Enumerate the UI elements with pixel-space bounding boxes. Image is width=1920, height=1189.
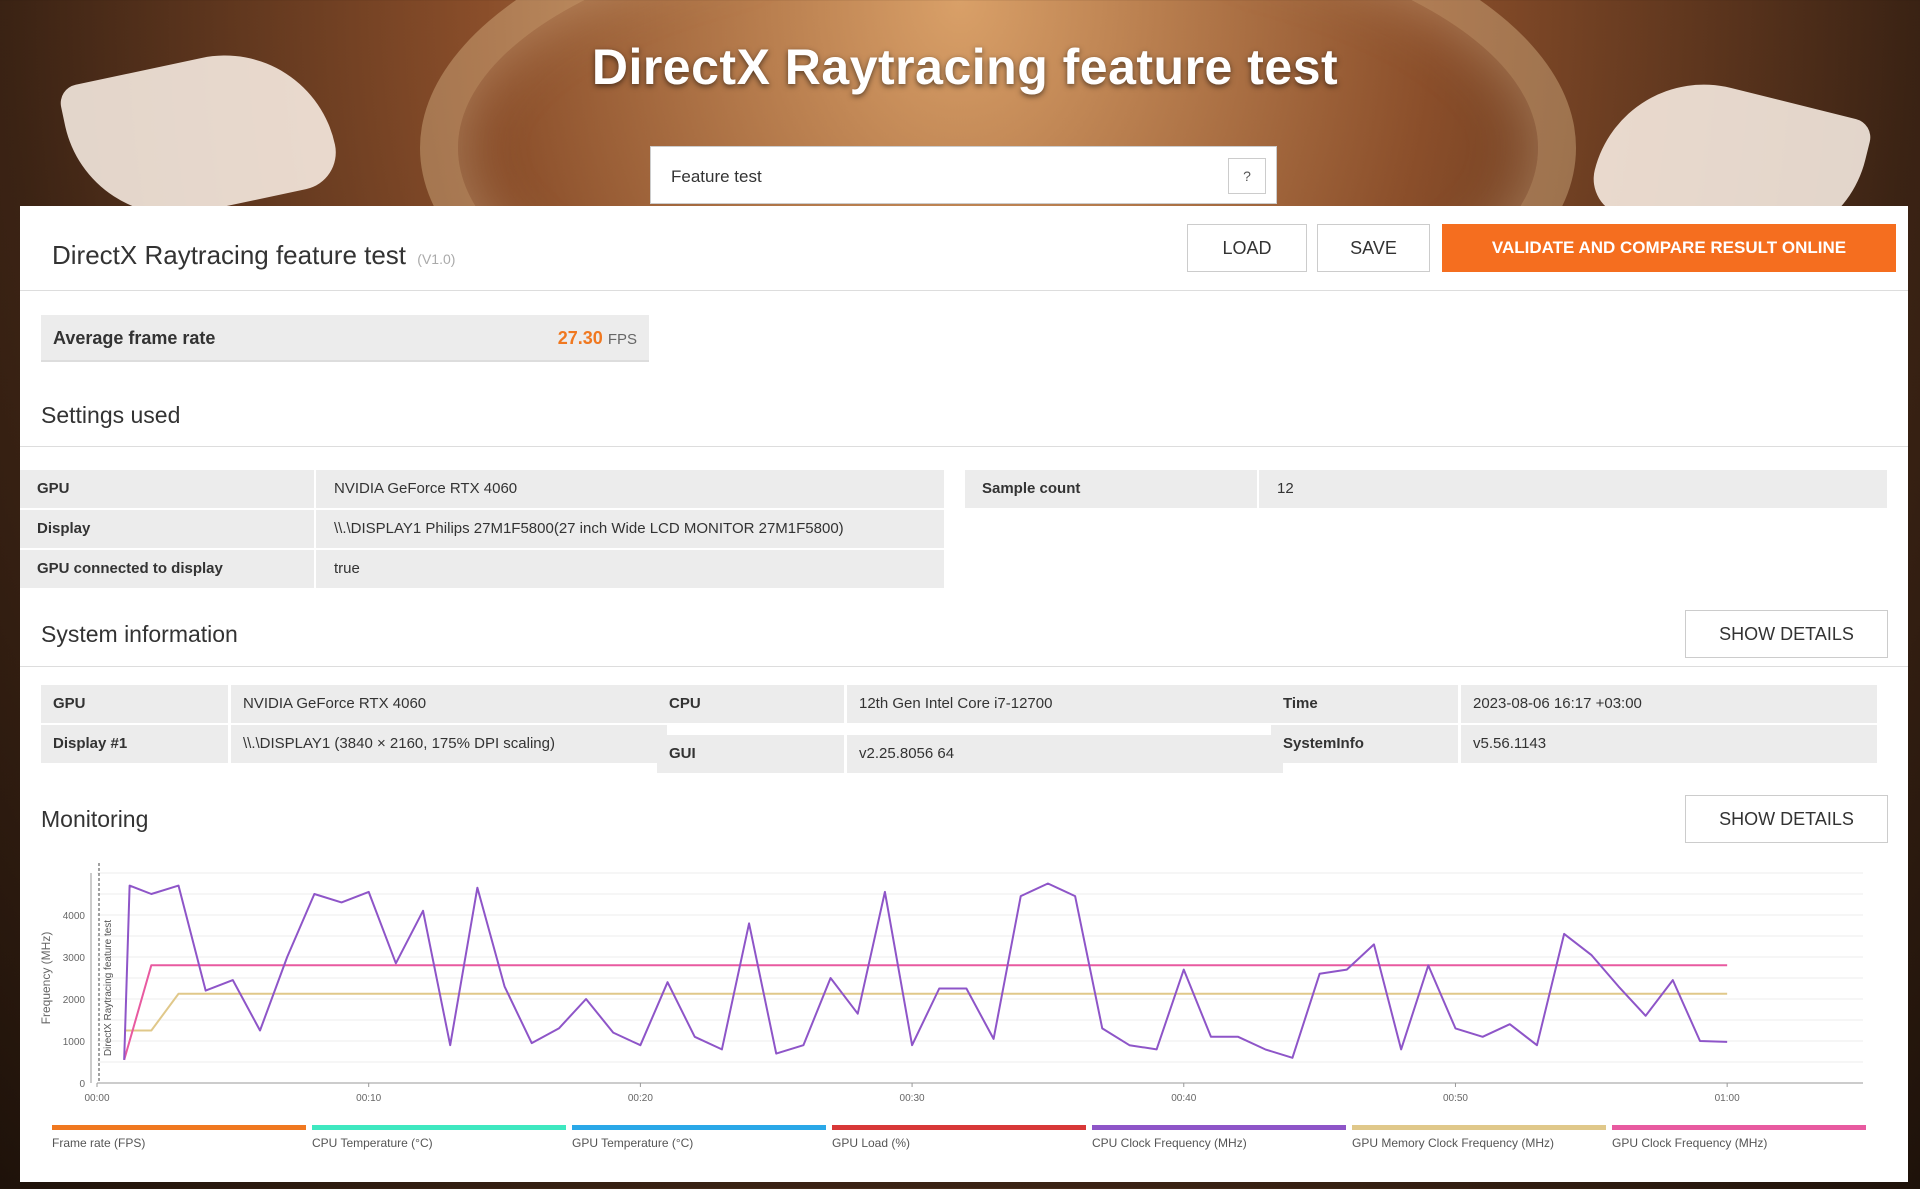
validate-compare-button[interactable]: VALIDATE AND COMPARE RESULT ONLINE xyxy=(1442,224,1896,272)
settings-key: Sample count xyxy=(965,470,1257,508)
legend-swatch xyxy=(1612,1125,1866,1130)
average-frame-rate-value: 27.30 FPS xyxy=(558,328,637,349)
test-title-text: DirectX Raytracing feature test xyxy=(52,240,407,270)
sysinfo-divider xyxy=(20,666,1908,667)
sysinfo-row-gpu: GPU NVIDIA GeForce RTX 4060 xyxy=(41,685,667,723)
y-axis-label: Frequency (MHz) xyxy=(39,932,53,1025)
sysinfo-value: 12th Gen Intel Core i7-12700 xyxy=(847,685,1283,723)
y-tick-label: 1000 xyxy=(63,1037,86,1048)
legend-swatch xyxy=(1092,1125,1346,1130)
settings-divider xyxy=(20,446,1908,447)
x-tick-label: 00:20 xyxy=(628,1093,653,1104)
legend-label: GPU Clock Frequency (MHz) xyxy=(1612,1136,1767,1150)
sysinfo-row-gui: GUI v2.25.8056 64 xyxy=(657,735,1283,773)
result-header: DirectX Raytracing feature test (V1.0) L… xyxy=(20,206,1908,291)
legend-swatch xyxy=(1352,1125,1606,1130)
sysinfo-row-systeminfo: SystemInfo v5.56.1143 xyxy=(1271,725,1877,763)
x-tick-label: 01:00 xyxy=(1715,1093,1740,1104)
test-version: (V1.0) xyxy=(417,251,456,267)
settings-row-gpu: GPU NVIDIA GeForce RTX 4060 xyxy=(20,470,944,508)
y-tick-label: 2000 xyxy=(63,995,86,1006)
legend-swatch xyxy=(832,1125,1086,1130)
sysinfo-value: v2.25.8056 64 xyxy=(847,735,1283,773)
mode-selector[interactable]: Feature test ? xyxy=(650,146,1277,204)
monitoring-chart-svg: 0 1000 2000 3000 4000 00:00 00:10 00:20 00:30 00:… xyxy=(39,863,1866,1150)
sysinfo-value: v5.56.1143 xyxy=(1461,725,1877,763)
sysinfo-value: \\.\DISPLAY1 (3840 × 2160, 175% DPI scal… xyxy=(231,725,667,763)
hero-title: DirectX Raytracing feature test xyxy=(591,39,1339,95)
settings-row-gpu-connected: GPU connected to display true xyxy=(20,550,944,588)
sysinfo-key: CPU xyxy=(657,685,844,723)
score-number: 27.30 xyxy=(557,328,603,348)
test-annotation-label: DirectX Raytracing feature test xyxy=(103,920,114,1056)
monitoring-show-details-button[interactable]: SHOW DETAILS xyxy=(1685,795,1888,843)
test-title: DirectX Raytracing feature test (V1.0) xyxy=(52,240,455,271)
system-information-title: System information xyxy=(41,621,238,647)
sysinfo-value: NVIDIA GeForce RTX 4060 xyxy=(231,685,667,723)
monitoring-title: Monitoring xyxy=(41,806,149,832)
x-tick-label: 00:40 xyxy=(1171,1093,1196,1104)
sysinfo-row-time: Time 2023-08-06 16:17 +03:00 xyxy=(1271,685,1877,723)
settings-value: true xyxy=(316,550,944,588)
settings-row-display: Display \\.\DISPLAY1 Philips 27M1F5800(2… xyxy=(20,510,944,548)
legend-label: Frame rate (FPS) xyxy=(52,1136,145,1150)
settings-key: Display xyxy=(20,510,314,548)
settings-value: \\.\DISPLAY1 Philips 27M1F5800(27 inch W… xyxy=(316,510,944,548)
y-tick-label: 3000 xyxy=(63,953,86,964)
sysinfo-row-display: Display #1 \\.\DISPLAY1 (3840 × 2160, 17… xyxy=(41,725,667,763)
x-tick-label: 00:30 xyxy=(900,1093,925,1104)
legend-label: GPU Memory Clock Frequency (MHz) xyxy=(1352,1136,1554,1150)
sysinfo-key: SystemInfo xyxy=(1271,725,1458,763)
load-button[interactable]: LOAD xyxy=(1187,224,1307,272)
settings-key: GPU xyxy=(20,470,314,508)
help-button[interactable]: ? xyxy=(1228,158,1266,194)
series-line xyxy=(123,882,1728,1060)
average-frame-rate-label: Average frame rate xyxy=(53,328,216,348)
x-tick-label: 00:00 xyxy=(84,1093,109,1104)
legend-label: GPU Load (%) xyxy=(832,1136,910,1150)
sysinfo-key: GUI xyxy=(657,735,844,773)
x-tick-label: 00:10 xyxy=(356,1093,381,1104)
settings-key: GPU connected to display xyxy=(20,550,314,588)
sysinfo-show-details-button[interactable]: SHOW DETAILS xyxy=(1685,610,1888,658)
legend-label: CPU Clock Frequency (MHz) xyxy=(1092,1136,1247,1150)
settings-value: NVIDIA GeForce RTX 4060 xyxy=(316,470,944,508)
y-tick-label: 0 xyxy=(79,1079,85,1090)
settings-row-sample-count: Sample count 12 xyxy=(965,470,1887,508)
y-tick-label: 4000 xyxy=(63,911,86,922)
settings-value: 12 xyxy=(1259,470,1887,508)
sysinfo-key: Display #1 xyxy=(41,725,228,763)
sysinfo-key: Time xyxy=(1271,685,1458,723)
score-unit: FPS xyxy=(607,331,637,348)
series-line xyxy=(123,964,1728,1061)
settings-title: Settings used xyxy=(41,402,181,428)
save-button[interactable]: SAVE xyxy=(1317,224,1430,272)
average-frame-rate-box: Average frame rate 27.30 FPS xyxy=(41,315,649,362)
sysinfo-value: 2023-08-06 16:17 +03:00 xyxy=(1461,685,1877,723)
legend-swatch xyxy=(52,1125,306,1130)
sysinfo-key: GPU xyxy=(41,685,228,723)
x-tick-label: 00:50 xyxy=(1443,1093,1468,1104)
monitoring-chart: 0 1000 2000 3000 4000 00:00 00:10 00:20 00:30 00:… xyxy=(20,861,1908,1181)
result-panel: DirectX Raytracing feature test (V1.0) L… xyxy=(20,206,1908,1182)
sysinfo-row-cpu: CPU 12th Gen Intel Core i7-12700 xyxy=(657,685,1283,723)
legend-label: GPU Temperature (°C) xyxy=(572,1136,693,1150)
legend-swatch xyxy=(572,1125,826,1130)
legend-swatch xyxy=(312,1125,566,1130)
legend-label: CPU Temperature (°C) xyxy=(312,1136,433,1150)
mode-label: Feature test xyxy=(671,167,762,186)
